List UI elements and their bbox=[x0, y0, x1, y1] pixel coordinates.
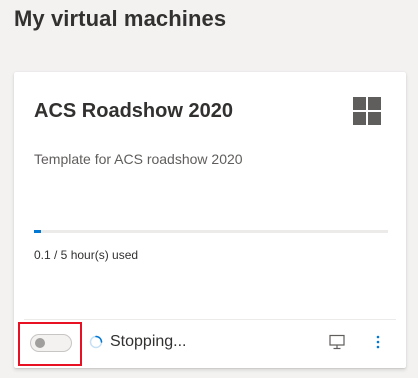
spinner-icon bbox=[89, 335, 103, 349]
vm-status-text: Stopping... bbox=[110, 333, 187, 350]
vm-card: ACS Roadshow 2020 Template for ACS roads… bbox=[14, 72, 406, 368]
vm-description: Template for ACS roadshow 2020 bbox=[34, 151, 243, 167]
toggle-thumb bbox=[35, 338, 45, 348]
vm-name: ACS Roadshow 2020 bbox=[34, 100, 233, 122]
more-actions-button[interactable] bbox=[370, 331, 386, 353]
page-title: My virtual machines bbox=[14, 6, 227, 31]
usage-label: 0.1 / 5 hour(s) used bbox=[34, 248, 139, 262]
page: My virtual machines ACS Roadshow 2020 Te… bbox=[0, 0, 418, 378]
windows-logo-icon bbox=[353, 97, 381, 125]
monitor-icon bbox=[329, 334, 345, 350]
connect-button[interactable] bbox=[326, 331, 348, 353]
usage-progress-bar bbox=[34, 230, 388, 233]
vm-power-toggle[interactable] bbox=[30, 334, 72, 352]
more-vertical-icon bbox=[376, 335, 380, 349]
usage-progress-fill bbox=[34, 230, 42, 233]
card-divider bbox=[24, 319, 396, 320]
